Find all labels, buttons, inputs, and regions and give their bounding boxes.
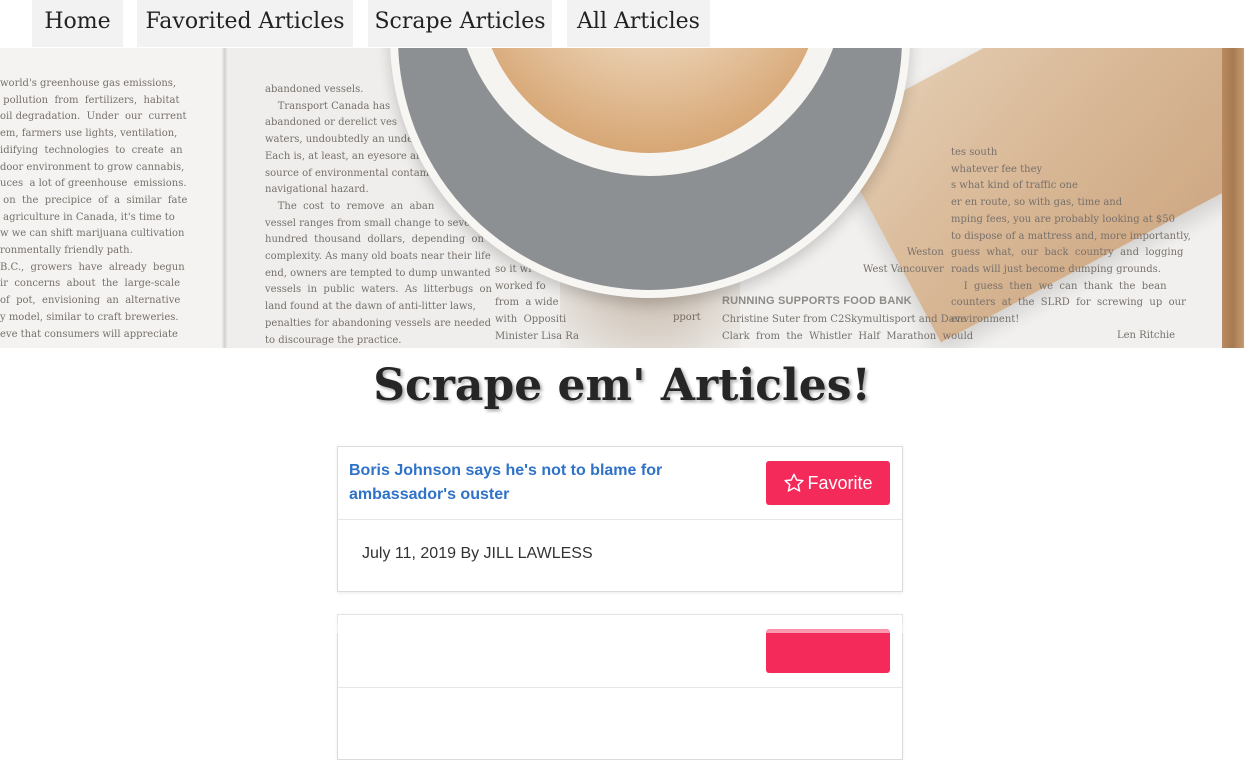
- nav-tab-home[interactable]: Home: [32, 0, 123, 47]
- newspaper-signature: Len Ritchie: [1117, 330, 1176, 341]
- article-card: [337, 614, 903, 760]
- favorite-button-label: Favorite: [807, 472, 873, 493]
- nav-tab-favorited-articles[interactable]: Favorited Articles: [137, 0, 353, 47]
- nav-tab-all-articles[interactable]: All Articles: [567, 0, 710, 47]
- wooden-board-edge: [1222, 48, 1244, 348]
- article-card: Boris Johnson says he's not to blame for…: [337, 446, 903, 592]
- article-title-link[interactable]: Boris Johnson says he's not to blame for…: [349, 459, 739, 507]
- favorite-button[interactable]: [766, 629, 890, 673]
- nav-tab-scrape-articles[interactable]: Scrape Articles: [368, 0, 552, 47]
- article-card-header: Boris Johnson says he's not to blame for…: [338, 447, 902, 520]
- hero-banner: world's greenhouse gas emissions, pollut…: [0, 48, 1244, 348]
- newspaper-column-left: world's greenhouse gas emissions, pollut…: [0, 78, 188, 340]
- star-outline-icon: [784, 473, 805, 492]
- newspaper-headline: RUNNING SUPPORTS FOOD BANK: [722, 295, 912, 307]
- article-meta: July 11, 2019 By JILL LAWLESS: [362, 545, 593, 562]
- newspaper-column-right-b: Christine Suter from C2Skymultisport and…: [722, 314, 974, 342]
- article-card-header: [338, 615, 902, 688]
- favorite-button[interactable]: Favorite: [766, 461, 890, 505]
- newspaper-fold: [222, 48, 227, 348]
- page-title: Scrape em' Articles!: [373, 360, 871, 411]
- newspaper-column-right-a: Weston West Vancouver: [863, 247, 944, 275]
- newspaper-column-far-right: tes south whatever fee they s what kind …: [951, 147, 1191, 326]
- top-nav: Home Favorited Articles Scrape Articles …: [0, 0, 1244, 48]
